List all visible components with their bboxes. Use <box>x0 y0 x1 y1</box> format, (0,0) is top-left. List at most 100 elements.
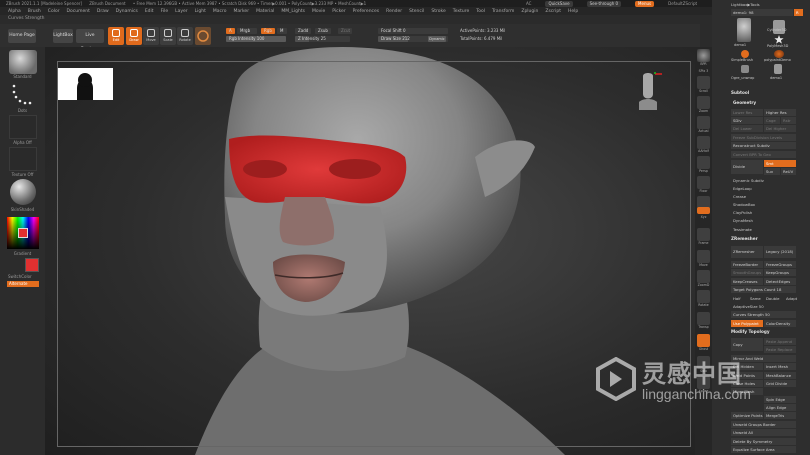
convert-bpr-button[interactable]: Convert BPR To Geo <box>731 151 796 158</box>
ogre-unwrap-icon[interactable] <box>741 65 749 73</box>
rotate-view-icon[interactable] <box>697 290 710 303</box>
menus-button[interactable]: Menus <box>635 0 655 7</box>
del-higher-button[interactable]: Del Higher <box>764 125 796 132</box>
demo1-small-icon[interactable] <box>774 64 782 74</box>
home-page-button[interactable]: Home Page <box>8 29 36 43</box>
shadowbox-section[interactable]: ShadowBox <box>733 201 755 208</box>
meshbalance-button[interactable]: MeshBalance <box>764 372 796 379</box>
draw-button[interactable]: Draw <box>126 27 142 45</box>
secondary-color-swatch[interactable] <box>25 258 39 272</box>
optimize-points-button[interactable]: Optimize Points <box>731 412 763 419</box>
menu-brush[interactable]: Brush <box>28 9 41 14</box>
freeze-subdivision-button[interactable]: Freeze SubDivision Levels <box>731 134 796 141</box>
delete-by-symmetry-button[interactable]: Delete By Symmetry <box>731 438 796 445</box>
adapt-toggle[interactable]: Adapt <box>786 295 797 302</box>
mrgb-toggle[interactable]: Mrgb <box>237 28 257 34</box>
del-lower-button[interactable]: Del Lower <box>731 125 763 132</box>
menu-material[interactable]: Material <box>256 9 274 14</box>
lightbox-button[interactable]: LightBox <box>53 29 73 43</box>
menu-movie[interactable]: Movie <box>312 9 325 14</box>
subtool-thumb-demo1[interactable] <box>737 18 751 42</box>
menu-document[interactable]: Document <box>67 9 90 14</box>
alternate-toggle[interactable]: Alternate <box>7 281 39 287</box>
alpha-thumbnail[interactable] <box>9 115 37 139</box>
freezeborder-toggle[interactable]: FreezeBorder <box>731 261 763 268</box>
copy-button[interactable]: Copy <box>731 338 763 351</box>
paste-append-button[interactable]: Paste Append <box>764 338 796 345</box>
suv-toggle[interactable]: Suv <box>764 168 780 175</box>
menu-help[interactable]: Help <box>568 9 578 14</box>
same-button[interactable]: Same <box>750 295 761 302</box>
ghost-icon[interactable] <box>697 334 710 347</box>
menu-file[interactable]: File <box>161 9 169 14</box>
dynamesh-section[interactable]: DynaMesh <box>733 217 753 224</box>
dynamic-subdiv-section[interactable]: Dynamic Subdiv <box>733 177 764 184</box>
smoothgroups-slider[interactable]: SmoothGroups <box>731 269 763 276</box>
mergetris-button[interactable]: MergeTris <box>764 412 796 419</box>
zsub-toggle[interactable]: Zsub <box>315 28 331 34</box>
modify-topology-header[interactable]: Modify Topology <box>731 328 770 336</box>
geometry-header[interactable]: Geometry <box>733 99 756 107</box>
bpr-render-icon[interactable] <box>697 49 710 62</box>
switch-color-button[interactable]: SwitchColor <box>8 274 45 279</box>
half-button[interactable]: Half <box>733 295 741 302</box>
xyz-toggle-icon[interactable] <box>697 207 710 214</box>
subtool-header[interactable]: Subtool <box>731 89 749 97</box>
live-boolean-button[interactable]: Live Boolean <box>76 29 104 52</box>
menu-light[interactable]: Light <box>195 9 206 14</box>
edit-button[interactable]: Edit <box>108 27 124 45</box>
zremesher-button[interactable]: ZRemesher <box>731 246 763 258</box>
rgb-toggle[interactable]: Rgb <box>261 28 275 34</box>
equalize-surface-area-button[interactable]: Equalize Surface Area <box>731 446 796 453</box>
brush-thumbnail[interactable] <box>9 50 37 74</box>
menu-texture[interactable]: Texture <box>453 9 469 14</box>
menu-mm-lights[interactable]: MM_Lights <box>281 9 305 14</box>
menu-tool[interactable]: Tool <box>476 9 485 14</box>
reconstruct-subdiv-button[interactable]: Reconstruct Subdiv <box>731 142 796 149</box>
sdiv-slider[interactable]: SDiv <box>731 117 763 124</box>
keepgroups-toggle-top[interactable]: KeepGroups <box>764 269 796 276</box>
spin-edge-button[interactable]: Spin Edge <box>764 396 796 403</box>
dynamic-toggle[interactable]: Dynamic <box>428 36 446 42</box>
edgeloop-section[interactable]: EdgeLoop <box>733 185 752 192</box>
menu-picker[interactable]: Picker <box>332 9 345 14</box>
keepcreases-toggle[interactable]: KeepCreases <box>731 278 763 285</box>
zadd-toggle[interactable]: Zadd <box>295 28 311 34</box>
quicksave-button[interactable]: QuickSave <box>545 0 573 7</box>
scroll-icon[interactable] <box>697 76 710 89</box>
paste-replace-button[interactable]: Paste Replace <box>764 346 796 353</box>
move-view-icon[interactable] <box>697 250 710 263</box>
persp-icon[interactable] <box>697 156 710 169</box>
unweld-all-button[interactable]: Unweld All <box>731 429 796 436</box>
current-tool-name[interactable]: demo1: 98 <box>731 9 793 16</box>
cage-button[interactable]: Cage <box>764 117 780 124</box>
material-sphere[interactable] <box>10 179 36 205</box>
color-picker[interactable] <box>7 217 39 249</box>
menu-render[interactable]: Render <box>386 9 402 14</box>
move-button[interactable]: Move <box>143 27 159 45</box>
tessimate-section[interactable]: Tessimate <box>733 226 752 233</box>
divide-button[interactable]: Divide <box>731 160 763 174</box>
menu-macro[interactable]: Macro <box>213 9 227 14</box>
scale-button[interactable]: Scale <box>160 27 176 45</box>
grid-divide-button[interactable]: Grid Divide <box>764 380 796 387</box>
menu-draw[interactable]: Draw <box>97 9 109 14</box>
reuv-toggle[interactable]: ReUV <box>781 168 796 175</box>
rstr-button[interactable]: Rstr <box>781 117 796 124</box>
zoom3d-icon[interactable] <box>697 270 710 283</box>
detectedges-toggle[interactable]: DetectEdges <box>764 278 796 285</box>
zremesher-header[interactable]: ZRemesher <box>731 235 758 243</box>
brush-preview-icon[interactable] <box>195 27 211 45</box>
zcut-toggle[interactable]: Zcut <box>338 28 352 34</box>
menu-transform[interactable]: Transform <box>492 9 514 14</box>
a-toggle[interactable]: A <box>226 28 235 34</box>
default-zscript[interactable]: DefaultZScript <box>668 0 697 7</box>
menu-alpha[interactable]: Alpha <box>8 9 21 14</box>
menu-dynamics[interactable]: Dynamics <box>116 9 138 14</box>
use-polypaint-toggle[interactable]: Use Polypaint <box>731 320 763 327</box>
menu-stroke[interactable]: Stroke <box>431 9 445 14</box>
smt-toggle[interactable]: Smt <box>764 160 796 167</box>
m-toggle[interactable]: M <box>277 28 287 34</box>
transp-icon[interactable] <box>697 312 710 325</box>
menu-stencil[interactable]: Stencil <box>409 9 424 14</box>
